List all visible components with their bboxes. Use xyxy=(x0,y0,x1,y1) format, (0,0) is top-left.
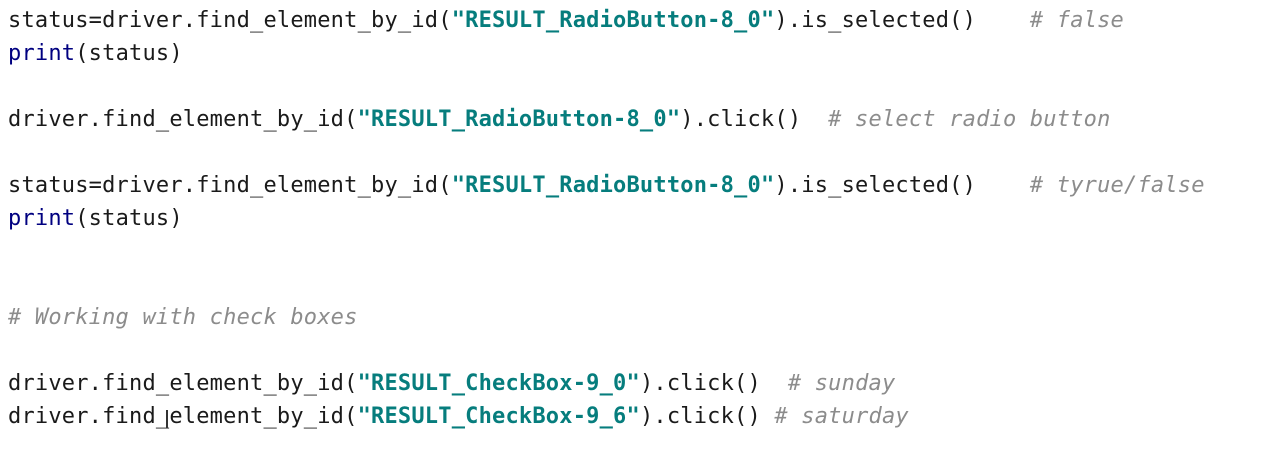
padding xyxy=(761,404,774,429)
code-text: driver.find_element_by_id( xyxy=(8,371,358,396)
code-text: ).click() xyxy=(680,107,802,132)
code-text: ).click() xyxy=(639,371,761,396)
comment: # false xyxy=(1029,8,1124,33)
comment: # select radio button xyxy=(828,107,1111,132)
code-text: ).is_selected() xyxy=(774,8,977,33)
code-text: status=driver.find_element_by_id( xyxy=(8,8,452,33)
code-editor[interactable]: status=driver.find_element_by_id("RESULT… xyxy=(0,0,1274,457)
code-line[interactable]: # Working with check boxes xyxy=(8,301,358,334)
comment: # tyrue/false xyxy=(1029,173,1205,198)
code-text: (status) xyxy=(75,41,183,66)
code-line[interactable]: status=driver.find_element_by_id("RESULT… xyxy=(8,4,1124,37)
comment: # sunday xyxy=(787,371,896,396)
string-literal: "RESULT_RadioButton-8_0" xyxy=(357,107,681,132)
string-literal: "RESULT_RadioButton-8_0" xyxy=(451,173,775,198)
code-line[interactable]: driver.find_element_by_id("RESULT_CheckB… xyxy=(8,367,895,400)
text-cursor xyxy=(166,410,168,428)
string-literal: "RESULT_CheckBox-9_6" xyxy=(357,404,640,429)
string-literal: "RESULT_CheckBox-9_0" xyxy=(357,371,640,396)
builtin-function: print xyxy=(8,41,76,66)
code-text: driver.find_element_by_id( xyxy=(8,107,358,132)
padding xyxy=(976,8,1030,33)
code-text: driver.find_element_by_id( xyxy=(8,404,358,429)
padding xyxy=(801,107,828,132)
code-line[interactable]: print(status) xyxy=(8,37,183,70)
code-line[interactable]: driver.find_element_by_id("RESULT_CheckB… xyxy=(8,400,909,433)
comment: # saturday xyxy=(774,404,909,429)
builtin-function: print xyxy=(8,206,76,231)
code-line[interactable]: driver.find_element_by_id("RESULT_RadioB… xyxy=(8,103,1111,136)
code-text: ).click() xyxy=(639,404,761,429)
padding xyxy=(761,371,788,396)
code-line[interactable]: print(status) xyxy=(8,202,183,235)
code-text: status=driver.find_element_by_id( xyxy=(8,173,452,198)
padding xyxy=(976,173,1030,198)
comment: # Working with check boxes xyxy=(8,305,358,330)
code-text: ).is_selected() xyxy=(774,173,977,198)
code-text: (status) xyxy=(75,206,183,231)
code-line[interactable]: status=driver.find_element_by_id("RESULT… xyxy=(8,169,1205,202)
string-literal: "RESULT_RadioButton-8_0" xyxy=(451,8,775,33)
